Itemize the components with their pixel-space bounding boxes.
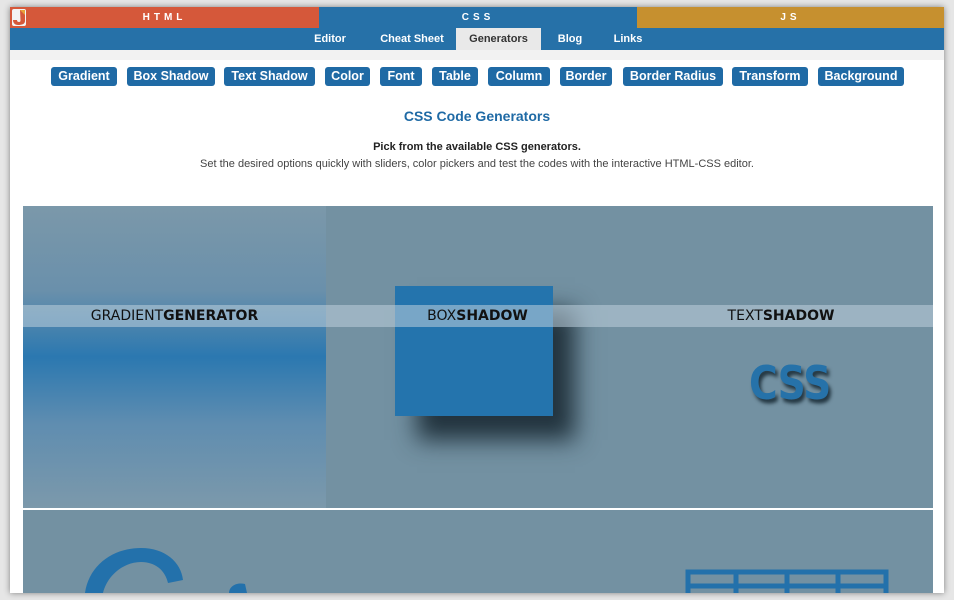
page-description: Set the desired options quickly with sli… — [200, 158, 754, 170]
subnav-editor[interactable]: Editor — [292, 28, 368, 50]
generator-showcase-row-2 — [23, 510, 933, 593]
tab-css[interactable]: CSS — [319, 7, 637, 28]
text-shadow-sample: CSS — [749, 356, 831, 410]
box-shadow-button[interactable]: Box Shadow — [127, 67, 215, 86]
border-radius-button[interactable]: Border Radius — [623, 67, 723, 86]
page-subtitle: Pick from the available CSS generators. — [373, 141, 581, 153]
language-tab-bar: HTML CSS JS — [10, 7, 944, 28]
box-shadow-label-light: BOX — [427, 308, 457, 324]
gradient-generator-label[interactable]: GRADIENTGENERATOR — [23, 305, 326, 327]
subnav-cheat-sheet[interactable]: Cheat Sheet — [368, 28, 456, 50]
border-button[interactable]: Border — [560, 67, 612, 86]
subnav-spacer — [10, 50, 944, 60]
gradient-label-bold: GENERATOR — [163, 308, 259, 324]
gradient-label-light: GRADIENT — [90, 308, 164, 324]
page-title: CSS Code Generators — [403, 108, 551, 124]
sub-navigation: Editor Cheat Sheet Generators Blog Links — [10, 28, 944, 50]
table-sample-grid — [685, 569, 889, 593]
tab-js[interactable]: JS — [637, 7, 944, 28]
font-sample-glyph — [85, 548, 183, 593]
subnav-blog[interactable]: Blog — [541, 28, 599, 50]
table-button[interactable]: Table — [432, 67, 478, 86]
subnav-generators[interactable]: Generators — [456, 28, 541, 50]
text-shadow-label-light: TEXT — [727, 308, 763, 324]
gradient-generator-tile[interactable] — [23, 206, 326, 508]
column-button[interactable]: Column — [488, 67, 550, 86]
tab-html[interactable]: HTML — [10, 7, 319, 28]
subnav-links[interactable]: Links — [599, 28, 657, 50]
gradient-button[interactable]: Gradient — [51, 67, 117, 86]
transform-button[interactable]: Transform — [732, 67, 808, 86]
font-button[interactable]: Font — [380, 67, 422, 86]
showcase-row-2-art — [85, 548, 889, 593]
text-shadow-label[interactable]: TEXTSHADOW — [629, 305, 933, 327]
text-shadow-button[interactable]: Text Shadow — [224, 67, 315, 86]
box-shadow-label[interactable]: BOXSHADOW — [326, 305, 629, 327]
background-button[interactable]: Background — [818, 67, 904, 86]
text-shadow-label-bold: SHADOW — [762, 308, 835, 324]
color-button[interactable]: Color — [325, 67, 370, 86]
box-shadow-label-bold: SHADOW — [456, 308, 528, 324]
site-logo-icon[interactable] — [12, 9, 26, 26]
font-sample-glyph-small — [229, 583, 247, 593]
browser-frame: HTML CSS JS Editor Cheat Sheet Generator… — [10, 7, 944, 593]
generator-showcase: GRADIENTGENERATOR BOXSHADOW TEXTSHADOW C… — [23, 206, 933, 508]
